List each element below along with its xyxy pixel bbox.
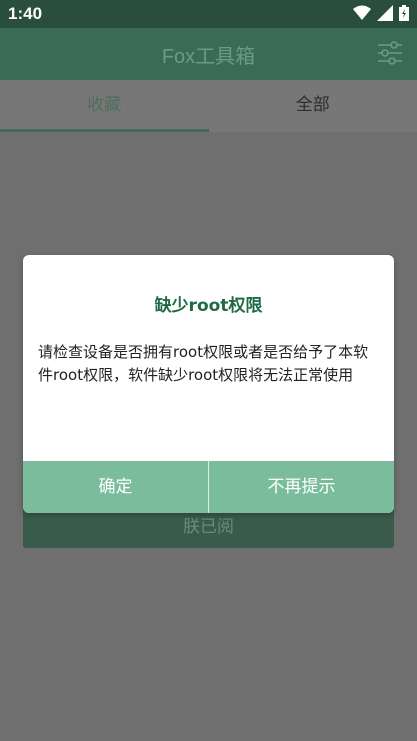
dialog-title: 缺少root权限 [154,296,263,316]
status-bar: 1:40 [0,0,417,28]
status-icons [353,5,409,21]
app-title: Fox工具箱 [161,46,256,68]
dialog-message: 请检查设备是否拥有root权限或者是否给予了本软件root权限，软件缺少root… [38,343,369,384]
tab-indicator [0,129,209,132]
tab-bar: 收藏 全部 [0,80,417,132]
tab-favorites[interactable]: 收藏 [0,80,209,132]
battery-icon [399,5,409,21]
tab-all[interactable]: 全部 [209,80,417,132]
dialog-button-row: 确定 不再提示 [23,461,394,513]
wifi-icon [353,5,371,20]
confirm-button[interactable]: 确定 [23,461,208,513]
acknowledge-button[interactable]: 朕已阅 [23,512,394,537]
sliders-icon[interactable] [377,40,403,66]
status-time: 1:40 [8,4,43,23]
app-bar: Fox工具箱 [0,28,417,80]
tab-all-label: 全部 [295,95,330,115]
root-permission-dialog: 缺少root权限 请检查设备是否拥有root权限或者是否给予了本软件root权限… [23,255,394,513]
signal-icon [377,5,393,21]
dont-show-again-button[interactable]: 不再提示 [209,461,394,513]
tab-favorites-label: 收藏 [87,95,122,115]
